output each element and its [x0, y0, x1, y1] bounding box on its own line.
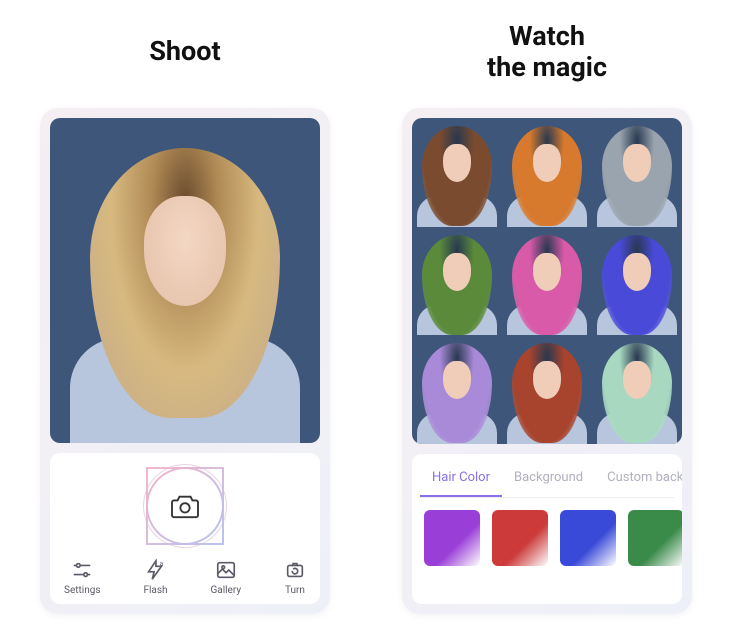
- svg-text:a: a: [160, 559, 164, 567]
- color-swatches: [420, 510, 674, 566]
- settings-label: Settings: [64, 585, 101, 596]
- sliders-icon: [71, 559, 93, 581]
- hair-variant-thumb[interactable]: [502, 118, 592, 227]
- flash-icon: a: [144, 559, 166, 581]
- color-swatch[interactable]: [424, 510, 480, 566]
- tab-custom-background[interactable]: Custom back: [595, 460, 682, 497]
- gallery-label: Gallery: [210, 585, 241, 596]
- hair-variant-thumb[interactable]: [502, 335, 592, 444]
- camera-controls: Settings a Flash Gallery: [50, 453, 320, 604]
- shoot-card: Settings a Flash Gallery: [40, 108, 330, 614]
- edit-tabs: Hair Color Background Custom back: [420, 460, 674, 498]
- flash-label: Flash: [143, 585, 167, 596]
- settings-button[interactable]: Settings: [64, 559, 101, 596]
- shoot-title: Shoot: [149, 20, 220, 84]
- hair-variant-thumb[interactable]: [592, 118, 682, 227]
- camera-preview: [50, 118, 320, 443]
- color-swatch[interactable]: [628, 510, 682, 566]
- camera-toolbar: Settings a Flash Gallery: [58, 559, 312, 596]
- turn-label: Turn: [285, 585, 305, 596]
- gallery-icon: [215, 559, 237, 581]
- magic-panel: Watch the magic Hair Color Background Cu…: [390, 20, 704, 618]
- turn-button[interactable]: Turn: [284, 559, 306, 596]
- shutter-button[interactable]: [146, 467, 224, 545]
- flash-button[interactable]: a Flash: [143, 559, 167, 596]
- flip-camera-icon: [284, 559, 306, 581]
- hair-variant-thumb[interactable]: [502, 227, 592, 336]
- hair-color-grid: [412, 118, 682, 444]
- edit-controls: Hair Color Background Custom back: [412, 454, 682, 604]
- hair-variant-thumb[interactable]: [412, 118, 502, 227]
- tab-background[interactable]: Background: [502, 460, 595, 497]
- magic-title: Watch the magic: [487, 20, 607, 84]
- hair-variant-thumb[interactable]: [592, 227, 682, 336]
- hair-variant-thumb[interactable]: [592, 335, 682, 444]
- hair-variant-thumb[interactable]: [412, 335, 502, 444]
- color-swatch[interactable]: [492, 510, 548, 566]
- tab-hair-color[interactable]: Hair Color: [420, 460, 502, 497]
- camera-icon: [170, 493, 200, 519]
- gallery-button[interactable]: Gallery: [210, 559, 241, 596]
- hair-variant-thumb[interactable]: [412, 227, 502, 336]
- shoot-panel: Shoot Setting: [28, 20, 342, 618]
- color-swatch[interactable]: [560, 510, 616, 566]
- magic-card: Hair Color Background Custom back: [402, 108, 692, 614]
